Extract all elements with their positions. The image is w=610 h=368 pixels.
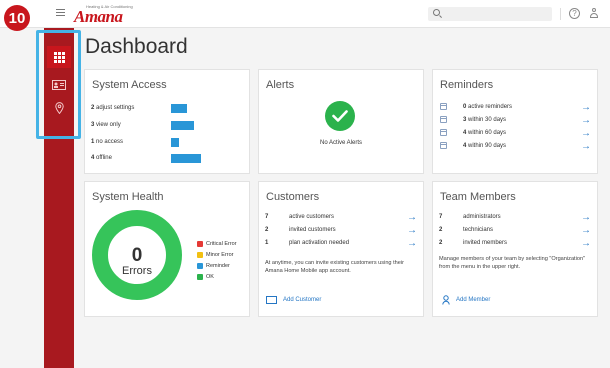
arrow-right-icon[interactable]: →: [581, 239, 591, 249]
step-callout-badge: 10: [4, 5, 30, 31]
legend-swatch: [197, 241, 203, 247]
list-item[interactable]: 3 within 30 days: [463, 117, 506, 123]
add-member-button[interactable]: Add Member: [456, 297, 490, 303]
calendar-icon: [440, 103, 447, 110]
list-item-label: invited customers: [289, 227, 336, 233]
search-input[interactable]: [428, 7, 552, 21]
arrow-right-icon[interactable]: →: [407, 226, 417, 236]
calendar-icon: [440, 116, 447, 123]
add-member-icon: [442, 295, 450, 305]
list-item-label: plan activation needed: [289, 240, 350, 246]
add-customer-button[interactable]: Add Customer: [283, 297, 321, 303]
list-item[interactable]: 0 active reminders: [463, 104, 512, 110]
list-item[interactable]: 2 adjust settings: [91, 105, 134, 111]
help-icon[interactable]: ?: [569, 8, 580, 19]
reminders-card: Reminders: [432, 69, 598, 174]
error-count: 0: [131, 245, 143, 266]
list-item[interactable]: 2: [439, 240, 442, 246]
arrow-right-icon[interactable]: →: [407, 213, 417, 223]
legend-label: Reminder: [206, 263, 230, 269]
team-members-note: Manage members of your team by selecting…: [439, 256, 586, 270]
alerts-status: No Active Alerts: [319, 140, 363, 146]
access-bar: [171, 104, 187, 113]
success-check-icon: [325, 101, 355, 131]
error-count-label: Errors: [122, 265, 152, 277]
arrow-right-icon[interactable]: →: [581, 103, 591, 113]
access-bar: [171, 154, 201, 163]
search-icon: [433, 9, 440, 16]
list-item[interactable]: 4 within 90 days: [463, 143, 506, 149]
legend-swatch: [197, 274, 203, 280]
toolbar-divider: [560, 8, 561, 20]
card-title: Customers: [266, 191, 320, 203]
legend-label: Critical Error: [206, 241, 237, 247]
list-item[interactable]: 2: [439, 227, 442, 233]
card-title: Reminders: [440, 79, 494, 91]
arrow-right-icon[interactable]: →: [581, 142, 591, 152]
customers-note: At anytime, you can invite existing cust…: [265, 260, 404, 274]
list-item[interactable]: 1: [265, 240, 268, 246]
access-bar: [171, 138, 179, 147]
page-title: Dashboard: [85, 35, 188, 58]
arrow-right-icon[interactable]: →: [581, 213, 591, 223]
calendar-icon: [440, 129, 447, 136]
arrow-right-icon[interactable]: →: [581, 129, 591, 139]
list-item[interactable]: 7: [265, 214, 268, 220]
list-item[interactable]: 4 offline: [91, 155, 112, 161]
list-item-label: invited members: [463, 240, 508, 246]
legend-label: OK: [206, 274, 214, 280]
card-title: System Access: [92, 79, 167, 91]
arrow-right-icon[interactable]: →: [581, 116, 591, 126]
sidebar-highlight-box: [36, 30, 81, 139]
arrow-right-icon[interactable]: →: [407, 239, 417, 249]
customer-card-icon: [266, 296, 277, 304]
access-bar: [171, 121, 194, 130]
list-item-label: technicians: [463, 227, 494, 233]
list-item-label: active customers: [289, 214, 335, 220]
calendar-icon: [440, 142, 447, 149]
list-item[interactable]: 4 within 60 days: [463, 130, 506, 136]
list-item[interactable]: 7: [439, 214, 442, 220]
list-item[interactable]: 2: [265, 227, 268, 233]
brand-name: Amana: [74, 7, 123, 26]
arrow-right-icon[interactable]: →: [581, 226, 591, 236]
menu-icon[interactable]: [56, 9, 65, 16]
list-item-label: administrators: [463, 214, 501, 220]
legend-label: Minor Error: [206, 252, 234, 258]
card-title: System Health: [92, 191, 164, 203]
list-item[interactable]: 1 no access: [91, 139, 123, 145]
user-icon[interactable]: [589, 8, 599, 20]
card-title: Alerts: [266, 79, 295, 91]
legend-swatch: [197, 252, 203, 258]
list-item[interactable]: 3 view only: [91, 122, 121, 128]
card-title: Team Members: [440, 191, 516, 203]
legend-swatch: [197, 263, 203, 269]
